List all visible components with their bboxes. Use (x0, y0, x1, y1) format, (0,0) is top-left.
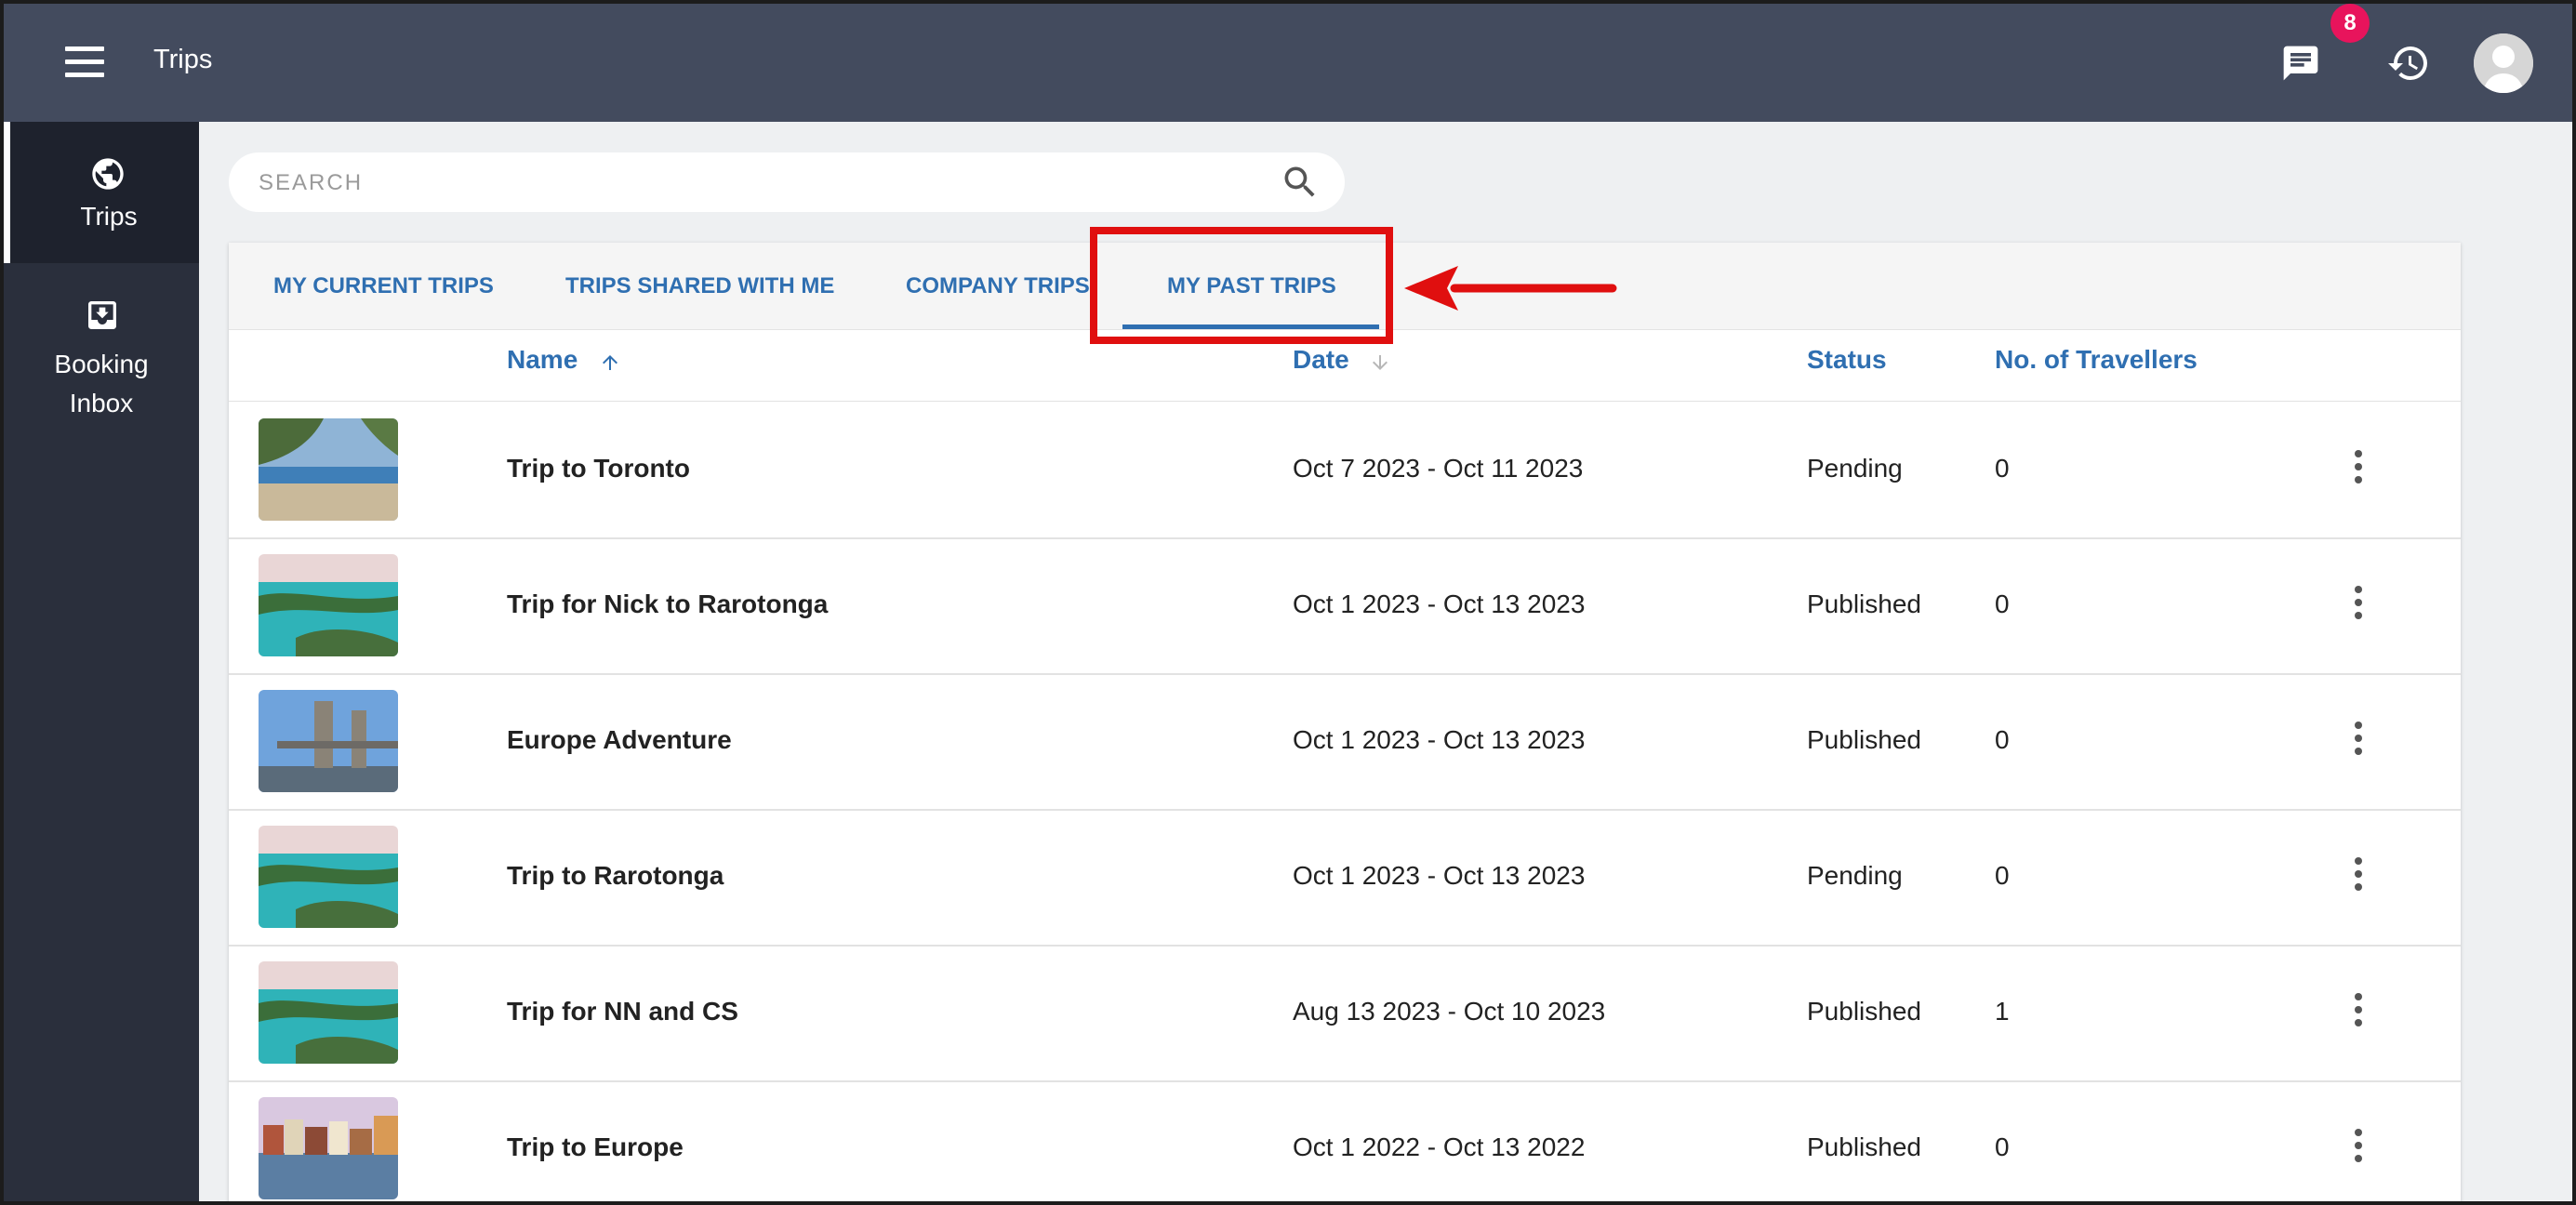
arrow-down-icon[interactable] (1369, 351, 1391, 375)
tab-trips-shared-with-me[interactable]: TRIPS SHARED WITH ME (565, 243, 834, 329)
sidebar: Trips Booking Inbox (4, 122, 199, 1201)
history-icon[interactable] (2386, 41, 2431, 86)
trips-card: MY CURRENT TRIPS TRIPS SHARED WITH ME CO… (229, 243, 2461, 1201)
trip-date: Aug 13 2023 - Oct 10 2023 (1293, 997, 1606, 1026)
column-header-travellers[interactable]: No. of Travellers (1995, 345, 2198, 375)
avatar[interactable] (2474, 33, 2533, 93)
sidebar-label-line: Inbox (69, 389, 134, 417)
trip-travellers: 1 (1995, 997, 2010, 1026)
trip-status: Pending (1807, 861, 1903, 890)
app-window: Trips 8 Trips Booking Inbox SEARCH MY CU… (0, 0, 2576, 1205)
search-input[interactable] (257, 166, 1246, 201)
table-row[interactable]: Europe Adventure Oct 1 2023 - Oct 13 202… (229, 673, 2461, 811)
column-header-status[interactable]: Status (1807, 345, 1887, 375)
page-title: Trips (153, 45, 213, 74)
more-options-icon[interactable] (2349, 1129, 2368, 1170)
annotation-arrow-icon (1404, 266, 1617, 311)
top-bar: Trips 8 (4, 4, 2572, 122)
more-options-icon[interactable] (2349, 857, 2368, 898)
menu-icon[interactable] (65, 46, 104, 78)
trip-date: Oct 1 2023 - Oct 13 2023 (1293, 725, 1586, 754)
trip-travellers: 0 (1995, 454, 2010, 483)
user-silhouette-icon (2474, 33, 2533, 93)
trip-date: Oct 1 2023 - Oct 13 2023 (1293, 861, 1586, 890)
search-icon[interactable] (1280, 162, 1321, 203)
trip-travellers: 0 (1995, 861, 2010, 890)
trip-name[interactable]: Europe Adventure (507, 725, 732, 755)
trip-thumbnail (259, 554, 398, 656)
trip-status: Published (1807, 1132, 1921, 1161)
trip-name[interactable]: Trip for NN and CS (507, 997, 738, 1026)
trip-date: Oct 7 2023 - Oct 11 2023 (1293, 454, 1584, 483)
column-header-name[interactable]: Name (507, 345, 578, 375)
trip-status: Published (1807, 725, 1921, 754)
trip-thumbnail (259, 826, 398, 928)
trip-name[interactable]: Trip to Europe (507, 1132, 684, 1162)
inbox-download-icon (88, 301, 116, 329)
globe-icon (92, 158, 124, 190)
sidebar-item-label: Booking Inbox (4, 345, 199, 423)
trip-date: Oct 1 2023 - Oct 13 2023 (1293, 589, 1586, 618)
tab-my-current-trips[interactable]: MY CURRENT TRIPS (273, 243, 494, 329)
more-options-icon[interactable] (2349, 722, 2368, 762)
trip-status: Published (1807, 589, 1921, 618)
column-header-date[interactable]: Date (1293, 345, 1349, 375)
more-options-icon[interactable] (2349, 586, 2368, 627)
active-indicator (4, 122, 10, 263)
sidebar-item-trips[interactable]: Trips (4, 122, 199, 263)
trip-thumbnail (259, 961, 398, 1064)
table-row[interactable]: Trip to Rarotonga Oct 1 2023 - Oct 13 20… (229, 809, 2461, 947)
table-row[interactable]: Trip for Nick to Rarotonga Oct 1 2023 - … (229, 537, 2461, 675)
table-row[interactable]: Trip to Toronto Oct 7 2023 - Oct 11 2023… (229, 402, 2461, 539)
table-row[interactable]: Trip to Europe Oct 1 2022 - Oct 13 2022 … (229, 1080, 2461, 1201)
trip-thumbnail (259, 690, 398, 792)
trip-name[interactable]: Trip to Toronto (507, 454, 690, 483)
notification-badge: 8 (2330, 4, 2370, 43)
annotation-highlight-box (1090, 227, 1393, 344)
trip-name[interactable]: Trip for Nick to Rarotonga (507, 589, 828, 619)
chat-icon[interactable] (2278, 43, 2323, 84)
table-row[interactable]: Trip for NN and CS Aug 13 2023 - Oct 10 … (229, 945, 2461, 1082)
more-options-icon[interactable] (2349, 993, 2368, 1034)
trip-status: Published (1807, 997, 1921, 1026)
more-options-icon[interactable] (2349, 450, 2368, 491)
trip-thumbnail (259, 1097, 398, 1199)
tab-company-trips[interactable]: COMPANY TRIPS (906, 243, 1090, 329)
trip-date: Oct 1 2022 - Oct 13 2022 (1293, 1132, 1586, 1161)
trip-travellers: 0 (1995, 1132, 2010, 1161)
trip-travellers: 0 (1995, 589, 2010, 618)
trip-name[interactable]: Trip to Rarotonga (507, 861, 724, 891)
arrow-up-icon[interactable] (599, 351, 621, 375)
sidebar-item-booking-inbox[interactable]: Booking Inbox (4, 271, 199, 417)
search-bar (229, 152, 1345, 212)
trip-status: Pending (1807, 454, 1903, 483)
trip-travellers: 0 (1995, 725, 2010, 754)
sidebar-label-line: Booking (54, 350, 149, 378)
trip-thumbnail (259, 418, 398, 521)
sidebar-item-label: Trips (80, 202, 138, 231)
